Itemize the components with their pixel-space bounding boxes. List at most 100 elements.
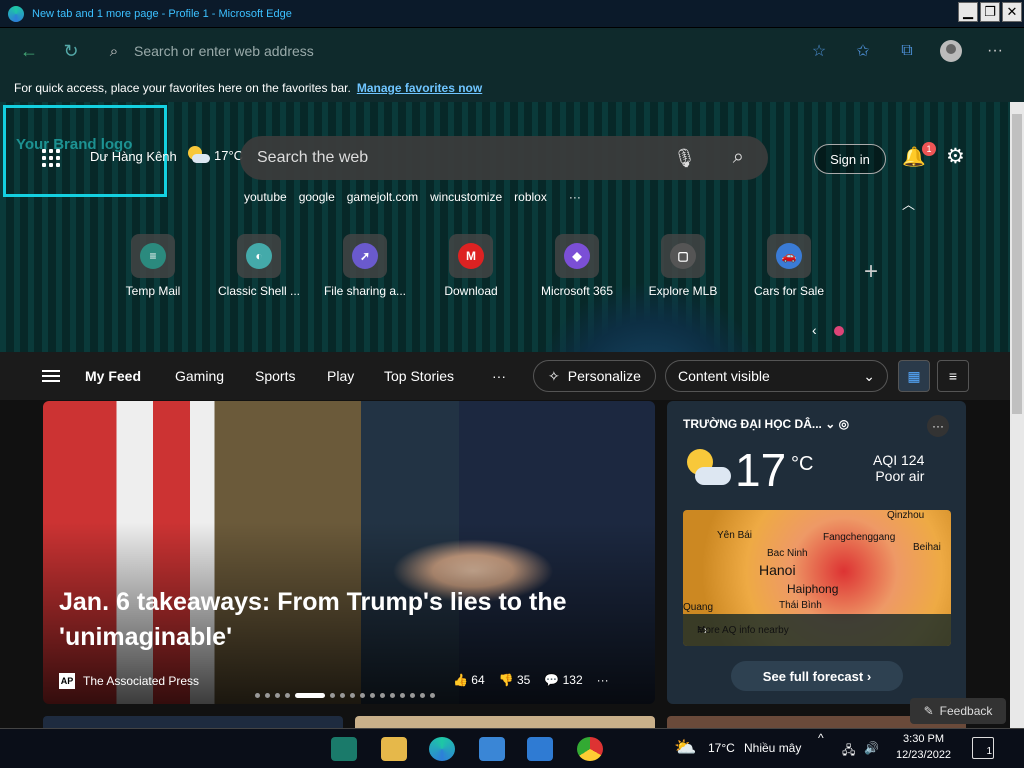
carousel-dot[interactable] xyxy=(285,693,290,698)
see-full-forecast-button[interactable]: See full forecast › xyxy=(731,661,903,691)
aq-map[interactable]: Qinzhou Yên Bái Fangchenggang Bac Ninh B… xyxy=(683,510,951,646)
grid-view-icon[interactable]: ▦ xyxy=(898,360,930,392)
menu-icon[interactable] xyxy=(42,370,60,382)
tray-chevron-up-icon[interactable]: ^ xyxy=(818,731,824,745)
carousel-dot[interactable] xyxy=(410,693,415,698)
web-search-box[interactable]: Search the web 🎙 ⌕ xyxy=(240,136,768,180)
top-site-tile[interactable]: ▢ Explore MLB xyxy=(630,234,736,298)
sign-in-button[interactable]: Sign in xyxy=(814,144,886,174)
mail-icon[interactable] xyxy=(522,731,558,767)
network-icon[interactable]: 🖧 xyxy=(842,741,855,762)
feedback-button[interactable]: ✎ Feedback xyxy=(910,698,1006,724)
close-button[interactable]: ✕ xyxy=(1002,2,1022,22)
edge-taskbar-icon[interactable] xyxy=(424,731,460,767)
list-view-icon[interactable]: ≡ xyxy=(937,360,969,392)
tab-sports[interactable]: Sports xyxy=(255,368,295,384)
media-player-icon[interactable] xyxy=(326,731,362,767)
address-bar[interactable]: ⌕ Search or enter web address xyxy=(104,36,834,66)
top-site-tile[interactable]: M Download xyxy=(418,234,524,298)
tab-gaming[interactable]: Gaming xyxy=(175,368,224,384)
carousel-dot[interactable] xyxy=(295,693,325,698)
carousel-dot[interactable] xyxy=(420,693,425,698)
carousel-dot[interactable] xyxy=(390,693,395,698)
aqi-info[interactable]: AQI 124 Poor air xyxy=(873,452,924,484)
content-visible-dropdown[interactable]: Content visible ⌄ xyxy=(665,360,888,392)
chevron-up-icon[interactable]: ︿ xyxy=(902,194,915,213)
top-site-tile[interactable]: ◆ Microsoft 365 xyxy=(524,234,630,298)
carousel-dot[interactable] xyxy=(400,693,405,698)
file-sharing-icon: ➚ xyxy=(352,243,378,269)
file-explorer-icon[interactable] xyxy=(376,731,412,767)
dislike-button[interactable]: 👎 35 xyxy=(499,673,531,687)
chrome-icon[interactable] xyxy=(572,731,608,767)
location-label[interactable]: Dư Hàng Kênh xyxy=(90,149,177,164)
map-label: Bac Ninh xyxy=(767,548,808,559)
settings-more-icon[interactable]: ··· xyxy=(980,36,1010,66)
gear-icon[interactable]: ⚙ xyxy=(946,144,965,169)
quick-link-gamejolt-com[interactable]: gamejolt.com xyxy=(347,190,418,204)
taskbar-weather[interactable]: Nhiều mây xyxy=(744,741,801,755)
tab-top-stories[interactable]: Top Stories xyxy=(384,368,454,384)
search-icon[interactable]: ⌕ xyxy=(733,146,744,169)
edge-logo-icon xyxy=(8,5,24,22)
tab-play[interactable]: Play xyxy=(327,368,354,384)
taskbar-clock[interactable]: 3:30 PM 12/23/2022 xyxy=(896,731,951,763)
carousel-dot[interactable] xyxy=(350,693,355,698)
top-site-tile[interactable]: ≡ Temp Mail xyxy=(100,234,206,298)
main-story-card[interactable]: Jan. 6 takeaways: From Trump's lies to t… xyxy=(43,401,655,704)
quick-link-youtube[interactable]: youtube xyxy=(244,190,287,204)
restore-button[interactable]: ❐ xyxy=(980,2,1000,22)
microphone-icon[interactable]: 🎙 xyxy=(673,148,696,169)
carousel-dot[interactable] xyxy=(340,693,345,698)
favorites-icon[interactable]: ✩ xyxy=(848,36,878,66)
carousel-dot[interactable] xyxy=(275,693,280,698)
hero-weather[interactable]: 17°C xyxy=(186,146,243,164)
taskbar-temp[interactable]: 17°C xyxy=(708,741,735,755)
action-center-icon[interactable]: 1 xyxy=(972,737,994,759)
weather-location[interactable]: TRƯỜNG ĐẠI HỌC DÂ... ⌄ ◎ xyxy=(683,417,849,431)
back-arrow-icon[interactable]: ← xyxy=(14,36,44,66)
quick-link-roblox[interactable]: roblox xyxy=(514,190,547,204)
store-icon[interactable] xyxy=(474,731,510,767)
volume-icon[interactable]: 🔊 xyxy=(864,741,879,755)
manage-favorites-link[interactable]: Manage favorites now xyxy=(357,81,482,95)
vertical-scrollbar[interactable] xyxy=(1010,102,1024,728)
scrollbar-thumb[interactable] xyxy=(1012,114,1022,414)
more-tabs-button[interactable]: ··· xyxy=(492,368,506,384)
chevron-left-icon[interactable]: ‹ xyxy=(812,322,817,338)
carousel-dot[interactable] xyxy=(370,693,375,698)
profile-button[interactable] xyxy=(936,36,966,66)
weather-more-icon[interactable]: ··· xyxy=(927,415,949,437)
quick-links-more-icon[interactable]: ··· xyxy=(569,190,581,204)
carousel-dot[interactable] xyxy=(360,693,365,698)
weather-taskbar-icon[interactable]: ⛅ xyxy=(674,737,696,758)
top-site-tile[interactable]: 🚗 Cars for Sale xyxy=(736,234,842,298)
quick-link-google[interactable]: google xyxy=(299,190,335,204)
carousel-dot[interactable] xyxy=(430,693,435,698)
refresh-icon[interactable]: ↻ xyxy=(56,36,86,66)
top-site-tile[interactable]: ◐ Classic Shell ... xyxy=(206,234,312,298)
more-aq-link[interactable]: ≋ More AQ info nearby › xyxy=(683,614,951,646)
background-info-icon[interactable] xyxy=(834,326,844,336)
story-headline[interactable]: Jan. 6 takeaways: From Trump's lies to t… xyxy=(59,585,639,655)
comments-button[interactable]: 💬 132 xyxy=(544,673,582,687)
add-site-icon[interactable]: + xyxy=(864,258,878,286)
minimize-button[interactable]: ▁ xyxy=(958,2,978,22)
tile-icon-frame: ➚ xyxy=(343,234,387,278)
personalize-button[interactable]: ✧ Personalize xyxy=(533,360,656,392)
add-favorite-icon[interactable]: ☆ xyxy=(804,36,834,66)
quick-link-wincustomize[interactable]: wincustomize xyxy=(430,190,502,204)
carousel-dot[interactable] xyxy=(380,693,385,698)
carousel-dot[interactable] xyxy=(255,693,260,698)
like-count: 64 xyxy=(471,673,485,687)
carousel-dot[interactable] xyxy=(265,693,270,698)
like-button[interactable]: 👍 64 xyxy=(453,673,485,687)
clock-date: 12/23/2022 xyxy=(896,749,952,761)
story-more-icon[interactable]: ··· xyxy=(597,673,609,687)
top-site-tile[interactable]: ➚ File sharing a... xyxy=(312,234,418,298)
carousel-dot[interactable] xyxy=(330,693,335,698)
weather-unit[interactable]: °C xyxy=(791,453,813,476)
tab-my-feed[interactable]: My Feed xyxy=(85,368,141,384)
collections-icon[interactable]: ⧉ xyxy=(892,36,922,66)
apps-grid-icon[interactable] xyxy=(42,149,60,167)
